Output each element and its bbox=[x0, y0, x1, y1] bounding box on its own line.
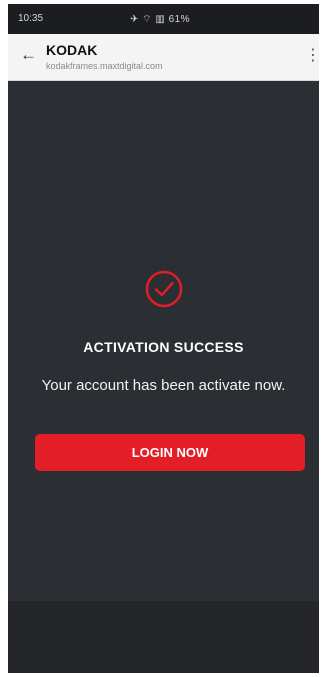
status-bar: 10:35 ✈ ⌔ ▥ 61% bbox=[8, 4, 319, 34]
battery-percent: 61% bbox=[168, 14, 191, 25]
arrow-left-icon[interactable]: ← bbox=[20, 46, 37, 63]
activation-panel: ACTIVATION SUCCESS Your account has been… bbox=[8, 81, 319, 601]
status-time: 10:35 bbox=[18, 13, 44, 24]
status-indicators: ✈ ⌔ ▥ 61% bbox=[130, 13, 190, 26]
login-now-label: LOGIN NOW bbox=[131, 445, 209, 460]
check-circle-icon bbox=[145, 270, 183, 308]
bottom-bar bbox=[8, 601, 319, 673]
status-icons: ✈ ⌔ ▥ bbox=[130, 14, 169, 25]
kebab-menu-icon[interactable]: ⋮ bbox=[305, 47, 319, 65]
phone-screen: 10:35 ✈ ⌔ ▥ 61% ← KODAK kodakframes.maxt… bbox=[8, 4, 319, 673]
login-now-button[interactable]: LOGIN NOW bbox=[35, 434, 305, 471]
activation-message: Your account has been activate now. bbox=[41, 377, 286, 394]
page-title: KODAK bbox=[46, 42, 98, 58]
browser-header: ← KODAK kodakframes.maxtdigital.com ⋮ bbox=[8, 34, 319, 81]
activation-title: ACTIVATION SUCCESS bbox=[83, 339, 244, 355]
page-url: kodakframes.maxtdigital.com bbox=[46, 61, 163, 71]
